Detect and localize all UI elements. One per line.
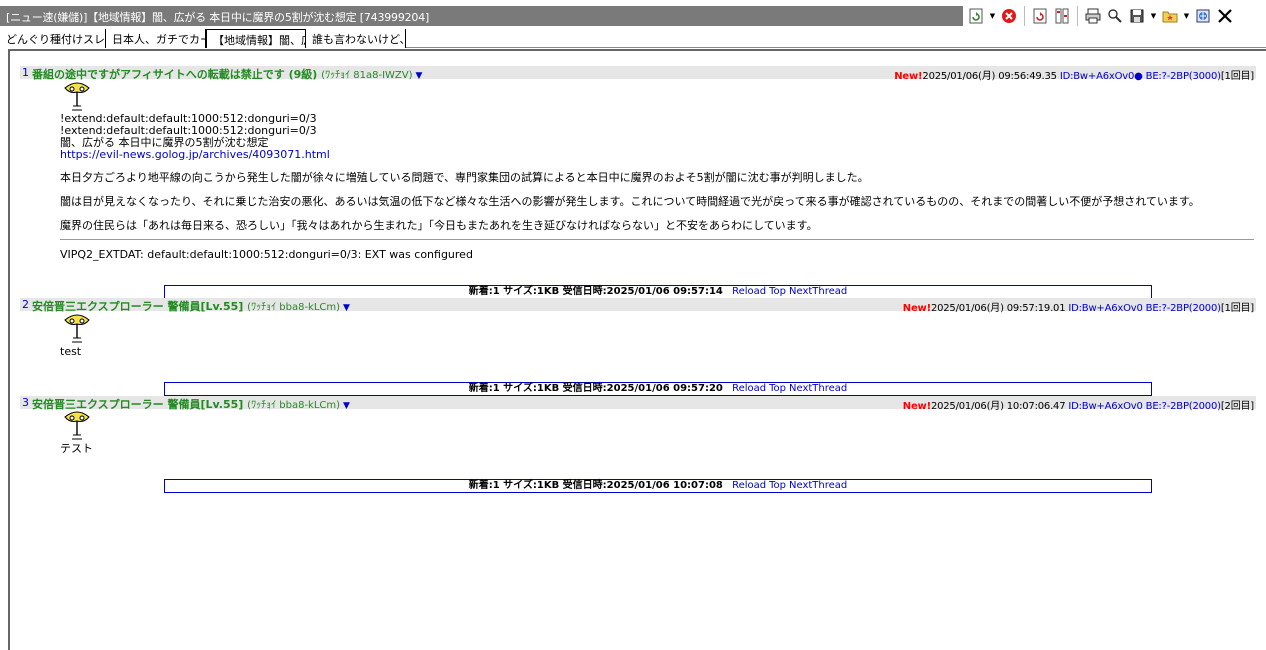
reload-link[interactable]: Reload <box>732 480 766 491</box>
post-header: 1 番組の途中ですがアフィサイトへの転載は禁止です (9級) (ﾜｯﾁｮｲ 81… <box>20 66 1256 82</box>
post-date: 2025/01/06(月) 09:57:19.01 <box>930 303 1066 314</box>
post-id[interactable]: ID:Bw+A6xOv0 <box>1068 401 1143 412</box>
new-badge: New! <box>902 401 931 412</box>
post-body: test <box>60 346 81 358</box>
post-header: 3 安倍晋三エクスプローラー 警備員[Lv.55] (ﾜｯﾁｮｲ bba8-kL… <box>20 396 1256 412</box>
thread-stats: 新着:1 サイズ:1KB 受信日時:2025/01/06 10:07:08 <box>468 480 723 491</box>
avatar-icon <box>62 409 92 443</box>
thread-info-bar: 新着:1 サイズ:1KB 受信日時:2025/01/06 09:57:20 Re… <box>164 382 1152 396</box>
extdat-line: VIPQ2_EXTDAT: default:default:1000:512:d… <box>60 248 473 261</box>
post-author-trip: (ﾜｯﾁｮｲ bba8-kLCm) <box>247 400 341 411</box>
window-title: [ニュー速(嫌儲)]【地域情報】闇、広がる 本日中に魔界の5割が沈む想定 [74… <box>6 11 430 24</box>
post-id[interactable]: ID:Bw+A6xOv0● <box>1060 71 1143 82</box>
browser-icon[interactable] <box>1193 6 1213 26</box>
tab-daremo[interactable]: 誰も言わないけど、 <box>306 29 406 48</box>
post-paragraph: 本日夕方ごろより地平線の向こうから発生した闇が徐々に増殖している問題で、専門家集… <box>60 171 869 184</box>
post-number[interactable]: 3 <box>22 396 29 409</box>
top-link[interactable]: Top <box>769 286 786 297</box>
post-count: [2回目] <box>1220 401 1254 412</box>
next-thread-link[interactable]: NextThread <box>789 480 847 491</box>
reload-thread-icon[interactable] <box>1030 6 1050 26</box>
thread-stats: 新着:1 サイズ:1KB 受信日時:2025/01/06 09:57:20 <box>468 383 723 394</box>
post-date: 2025/01/06(月) 09:56:49.35 <box>922 71 1057 82</box>
toolbar-separator <box>1077 6 1078 26</box>
split-icon[interactable] <box>1052 6 1072 26</box>
refresh-icon[interactable] <box>966 6 986 26</box>
post-be[interactable]: BE:?-2BP(2000) <box>1146 401 1221 412</box>
thread-info-bar: 新着:1 サイズ:1KB 受信日時:2025/01/06 10:07:08 Re… <box>164 479 1152 493</box>
post-meta: New!2025/01/06(月) 09:57:19.01 ID:Bw+A6xO… <box>903 299 1254 314</box>
post-menu-arrow-icon[interactable]: ▼ <box>416 71 423 81</box>
post-number[interactable]: 2 <box>22 298 29 311</box>
save-dropdown-icon[interactable]: ▼ <box>1149 6 1158 26</box>
post-body: !extend:default:default:1000:512:donguri… <box>60 113 330 161</box>
top-link[interactable]: Top <box>769 383 786 394</box>
post-menu-arrow-icon[interactable]: ▼ <box>343 401 350 411</box>
post-menu-arrow-icon[interactable]: ▼ <box>343 303 350 313</box>
post-line: テスト <box>60 442 93 455</box>
top-link[interactable]: Top <box>769 480 786 491</box>
avatar-icon <box>62 312 92 346</box>
post-meta: New!2025/01/06(月) 09:56:49.35 ID:Bw+A6xO… <box>894 67 1254 82</box>
reload-link[interactable]: Reload <box>732 383 766 394</box>
new-badge: New! <box>902 303 931 314</box>
tab-japanese[interactable]: 日本人、ガチでカー <box>106 29 206 48</box>
save-icon[interactable] <box>1127 6 1147 26</box>
search-icon[interactable] <box>1105 6 1125 26</box>
close-icon[interactable] <box>1215 6 1235 26</box>
post-line: test <box>60 345 82 358</box>
post-author-trip: (ﾜｯﾁｮｲ 81a8-IWZV) <box>321 70 413 81</box>
tab-bar: どんぐり種付けスレ 日本人、ガチでカー 【地域情報】闇、広が 誰も言わないけど、 <box>0 29 1266 48</box>
toolbar: ▼ ▼ ▼ <box>966 5 1235 27</box>
print-icon[interactable] <box>1083 6 1103 26</box>
post-be[interactable]: BE:?-2BP(2000) <box>1146 303 1221 314</box>
tab-chiiki-jouhou[interactable]: 【地域情報】闇、広が <box>206 29 306 48</box>
post-meta: New!2025/01/06(月) 10:07:06.47 ID:Bw+A6xO… <box>903 397 1254 412</box>
stop-icon[interactable] <box>999 6 1019 26</box>
next-thread-link[interactable]: NextThread <box>789 286 847 297</box>
thread-info-bar: 新着:1 サイズ:1KB 受信日時:2025/01/06 09:57:14 Re… <box>164 285 1152 299</box>
favorite-dropdown-icon[interactable]: ▼ <box>1182 6 1191 26</box>
thread-stats: 新着:1 サイズ:1KB 受信日時:2025/01/06 09:57:14 <box>468 286 723 297</box>
post-body: テスト <box>60 443 93 455</box>
tab-donguri[interactable]: どんぐり種付けスレ <box>0 29 106 48</box>
reload-link[interactable]: Reload <box>732 286 766 297</box>
favorite-folder-icon[interactable] <box>1160 6 1180 26</box>
next-thread-link[interactable]: NextThread <box>789 383 847 394</box>
post-header: 2 安倍晋三エクスプローラー 警備員[Lv.55] (ﾜｯﾁｮｲ bba8-kL… <box>20 298 1256 314</box>
avatar-icon <box>62 80 92 114</box>
refresh-dropdown-icon[interactable]: ▼ <box>988 6 997 26</box>
post-be[interactable]: BE:?-2BP(3000) <box>1146 71 1221 82</box>
post-count: [1回目] <box>1220 303 1254 314</box>
divider <box>60 239 1254 240</box>
post-author-trip: (ﾜｯﾁｮｲ bba8-kLCm) <box>247 302 341 313</box>
post-date: 2025/01/06(月) 10:07:06.47 <box>930 401 1066 412</box>
post-link[interactable]: https://evil-news.golog.jp/archives/4093… <box>60 148 330 161</box>
post-number[interactable]: 1 <box>22 66 29 79</box>
post-paragraphs: 本日夕方ごろより地平線の向こうから発生した闇が徐々に増殖している問題で、専門家集… <box>60 171 1200 243</box>
post-count: [1回目] <box>1220 71 1254 82</box>
toolbar-separator <box>1024 6 1025 26</box>
post-id[interactable]: ID:Bw+A6xOv0 <box>1068 303 1143 314</box>
thread-view[interactable]: 1 番組の途中ですがアフィサイトへの転載は禁止です (9級) (ﾜｯﾁｮｲ 81… <box>8 49 1266 650</box>
new-badge: New! <box>894 71 923 82</box>
title-bar: [ニュー速(嫌儲)]【地域情報】闇、広がる 本日中に魔界の5割が沈む想定 [74… <box>0 0 1266 29</box>
post-paragraph: 闇は目が見えなくなったり、それに乗じた治安の悪化、あるいは気温の低下など様々な生… <box>60 195 1200 208</box>
